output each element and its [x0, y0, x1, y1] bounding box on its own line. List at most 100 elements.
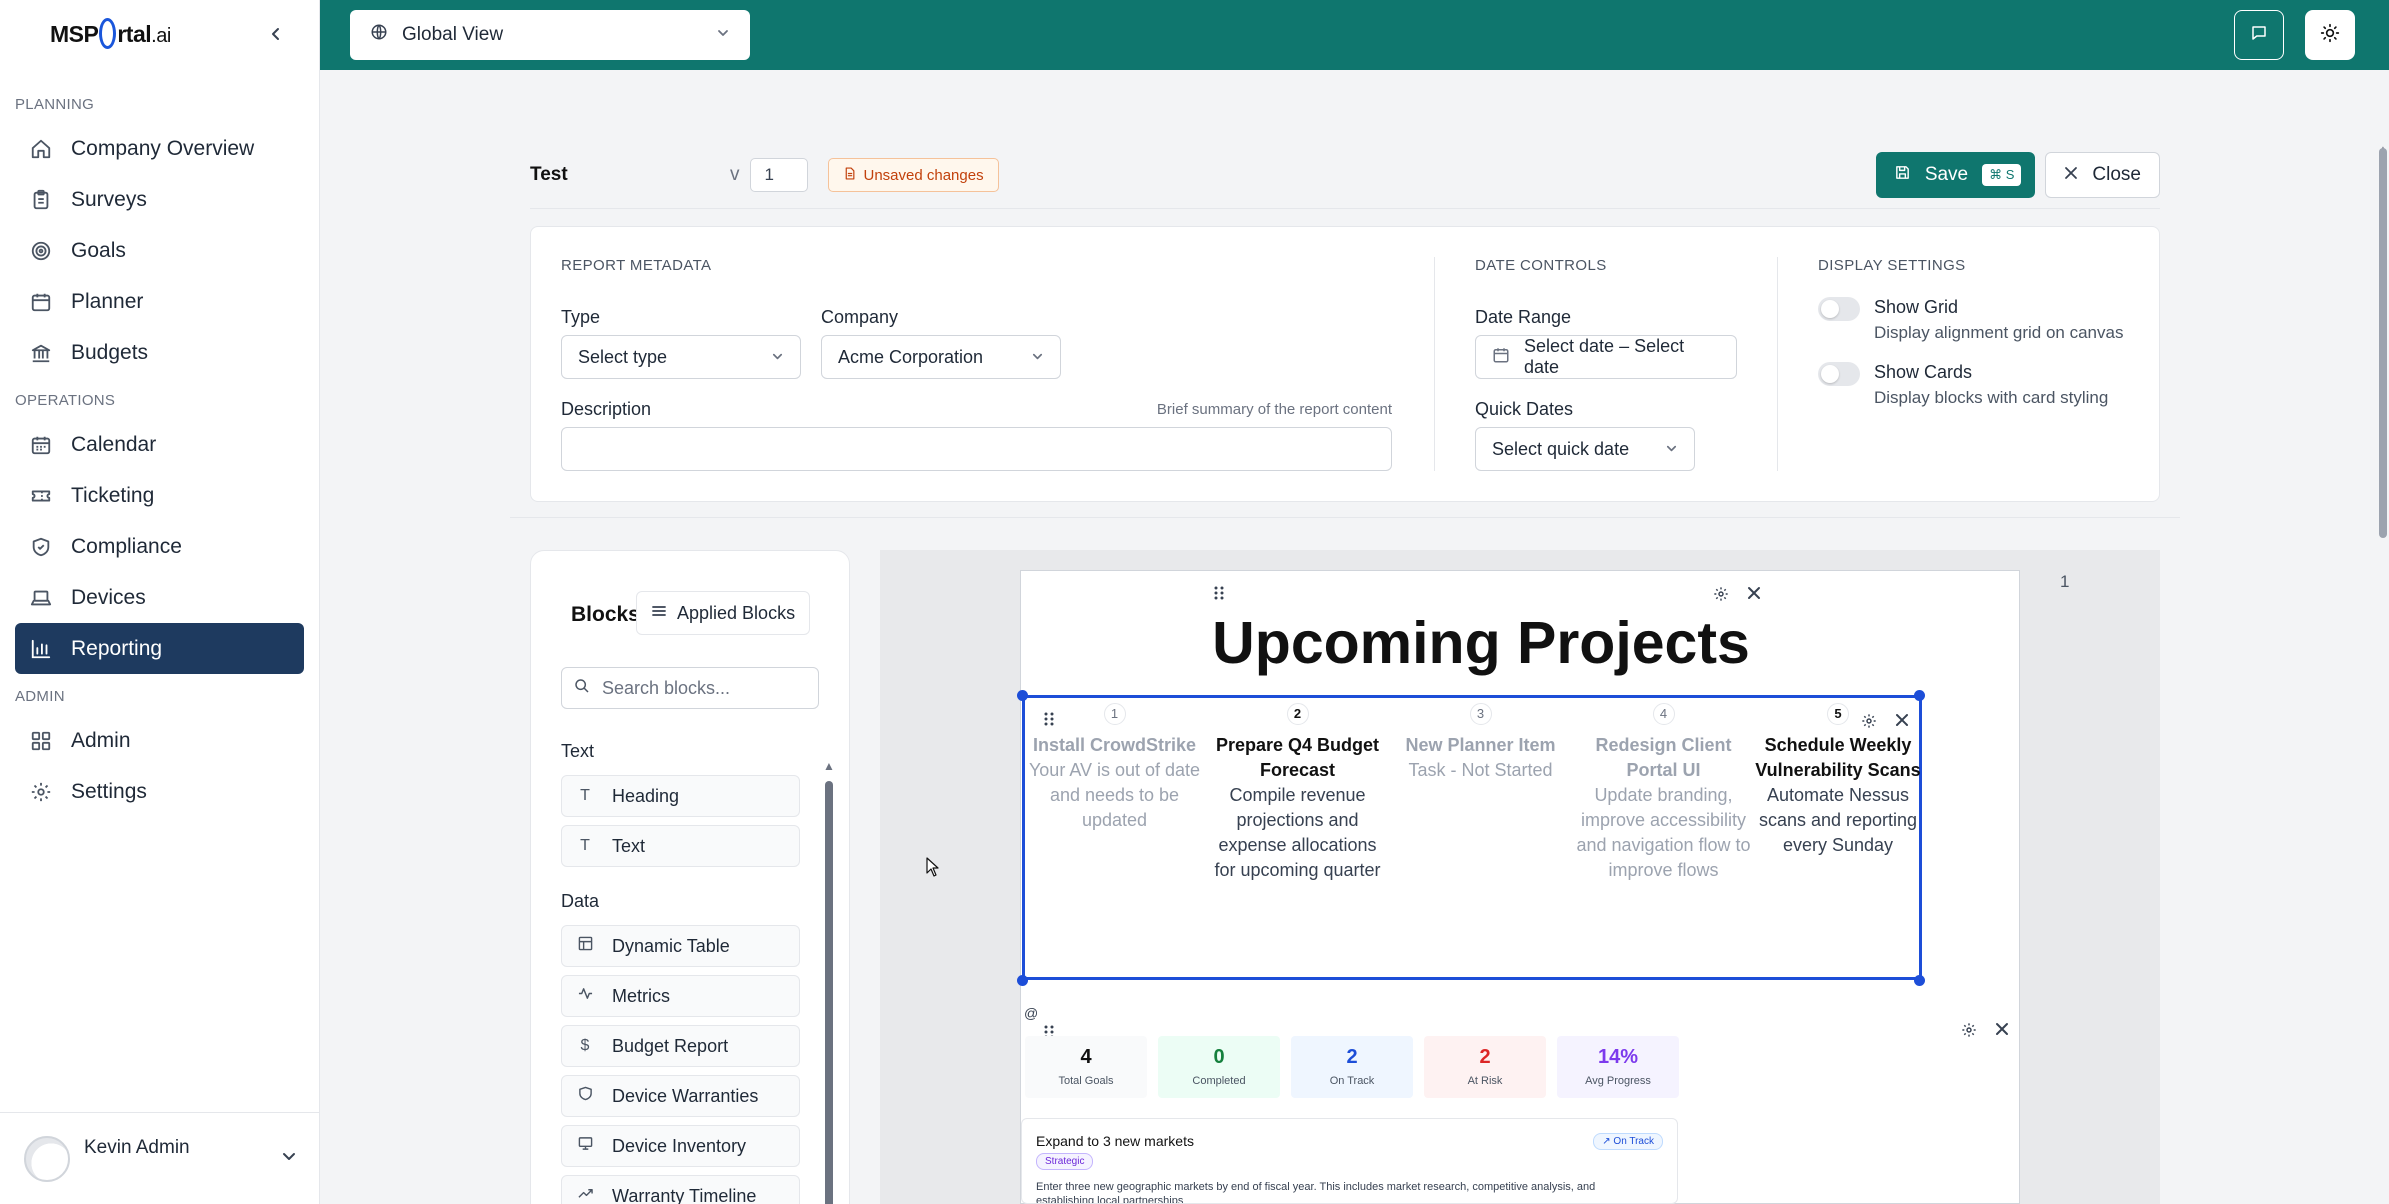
block-item-metrics[interactable]: Metrics: [561, 975, 800, 1017]
close-icon[interactable]: [1995, 1022, 2009, 1041]
metric-value: 14%: [1597, 1046, 1639, 1068]
close-icon: [2064, 164, 2078, 186]
show-cards-toggle[interactable]: [1818, 362, 1860, 386]
sidebar-item-budgets[interactable]: Budgets: [15, 327, 304, 378]
list-icon: [651, 603, 667, 624]
show-grid-toggle[interactable]: [1818, 297, 1860, 321]
section-divider: [1434, 257, 1435, 471]
theme-toggle-button[interactable]: [2305, 10, 2355, 60]
goal-description-cont: establishing local partnerships: [1036, 1195, 1184, 1204]
block-item-text[interactable]: T Text: [561, 825, 800, 867]
blocks-title: Blocks: [571, 603, 640, 626]
version-input[interactable]: 1: [749, 158, 808, 192]
sidebar-item-compliance[interactable]: Compliance: [15, 521, 304, 572]
metric-value: 4: [1080, 1046, 1092, 1068]
sidebar-item-planner[interactable]: Planner: [15, 276, 304, 327]
report-header: Test v 1 Unsaved changes Save ⌘ S Close: [530, 145, 2160, 205]
logo-suffix: .ai: [151, 25, 171, 48]
project-item[interactable]: 4 Redesign Client Portal UI Update brand…: [1572, 703, 1755, 883]
logo[interactable]: MSP rtal.ai: [50, 17, 171, 49]
type-select[interactable]: Select type: [561, 335, 801, 379]
report-title[interactable]: Test: [530, 164, 730, 186]
block-item-device-warranties[interactable]: Device Warranties: [561, 1075, 800, 1117]
gear-icon: [29, 780, 53, 804]
view-selector[interactable]: Global View: [350, 10, 750, 60]
resize-handle[interactable]: [1914, 690, 1925, 701]
project-title: New Planner Item: [1405, 735, 1556, 755]
chat-button[interactable]: [2234, 10, 2284, 60]
sidebar-item-reporting[interactable]: Reporting: [15, 623, 304, 674]
sidebar-item-label: Reporting: [71, 636, 163, 660]
sidebar-item-goals[interactable]: Goals: [15, 225, 304, 276]
resize-handle[interactable]: [1017, 690, 1028, 701]
project-description: Your AV is out of date and needs to be u…: [1028, 760, 1201, 830]
laptop-icon: [29, 586, 53, 610]
monitor-icon: [576, 1136, 594, 1156]
goal-card[interactable]: Expand to 3 new markets Strategic ↗ On T…: [1021, 1118, 1678, 1204]
description-input[interactable]: [561, 427, 1392, 471]
calendar-icon: [29, 433, 53, 457]
chevron-down-icon[interactable]: [282, 1149, 296, 1168]
project-item[interactable]: 5 Schedule Weekly Vulnerability Scans Au…: [1755, 703, 1921, 858]
date-range-label: Date Range: [1475, 307, 1572, 327]
sun-icon: [2320, 23, 2340, 48]
project-item[interactable]: 2 Prepare Q4 Budget Forecast Compile rev…: [1206, 703, 1389, 883]
save-label: Save: [1924, 164, 1969, 185]
sidebar-item-label: Compliance: [71, 534, 182, 558]
calendar-icon: [1492, 346, 1510, 369]
project-description: Compile revenue projections and expense …: [1214, 785, 1381, 880]
block-item-warranty-timeline[interactable]: Warranty Timeline: [561, 1175, 800, 1204]
save-button[interactable]: Save ⌘ S: [1875, 152, 2036, 198]
sidebar-item-label: Settings: [71, 779, 147, 803]
avatar: [24, 1135, 70, 1182]
quick-dates-select[interactable]: Select quick date: [1475, 427, 1695, 471]
sidebar-item-settings[interactable]: Settings: [15, 766, 304, 817]
metric-label: Total Goals: [1058, 1075, 1114, 1087]
company-select[interactable]: Acme Corporation: [821, 335, 1061, 379]
gear-icon[interactable]: [1713, 586, 1729, 607]
applied-blocks-label: Applied Blocks: [677, 602, 796, 623]
sidebar-item-surveys[interactable]: Surveys: [15, 174, 304, 225]
block-item-budget-report[interactable]: $ Budget Report: [561, 1025, 800, 1067]
panel-scrollbar[interactable]: [825, 781, 833, 1204]
resize-handle[interactable]: [1017, 975, 1028, 986]
heading-block[interactable]: Upcoming Projects: [1021, 609, 1941, 677]
project-item[interactable]: 1 Install CrowdStrike Your AV is out of …: [1023, 703, 1206, 833]
sidebar-item-company-overview[interactable]: Company Overview: [15, 123, 304, 174]
metric-completed: 0 Completed: [1158, 1036, 1280, 1098]
home-icon: [29, 137, 53, 161]
date-controls-title: DATE CONTROLS: [1475, 257, 1607, 274]
date-range-picker[interactable]: Select date – Select date: [1475, 335, 1737, 379]
panel-scroll-up-arrow[interactable]: ▲: [823, 759, 835, 773]
chevron-down-icon: [1665, 439, 1678, 460]
project-number: 1: [1103, 703, 1126, 725]
project-item[interactable]: 3 New Planner Item Task - Not Started: [1389, 703, 1572, 783]
block-item-device-inventory[interactable]: Device Inventory: [561, 1125, 800, 1167]
block-item-dynamic-table[interactable]: Dynamic Table: [561, 925, 800, 967]
close-button[interactable]: Close: [2045, 152, 2160, 198]
close-icon[interactable]: [1747, 586, 1761, 605]
nav-section-admin: ADMIN: [15, 688, 65, 705]
user-menu[interactable]: Kevin Admin: [0, 1112, 320, 1204]
collapse-sidebar-icon[interactable]: [269, 24, 283, 47]
show-cards-description: Display blocks with card styling: [1874, 388, 2109, 407]
table-icon: [576, 936, 594, 956]
block-item-heading[interactable]: T Heading: [561, 775, 800, 817]
save-icon: [1894, 164, 1911, 187]
sidebar-item-calendar[interactable]: Calendar: [15, 419, 304, 470]
search-blocks-input[interactable]: Search blocks...: [561, 667, 819, 709]
sidebar-item-admin[interactable]: Admin: [15, 715, 304, 766]
applied-blocks-button[interactable]: Applied Blocks: [636, 591, 811, 635]
ticket-icon: [29, 484, 53, 508]
metric-value: 2: [1479, 1046, 1491, 1068]
drag-handle-icon[interactable]: [1213, 585, 1225, 606]
resize-handle[interactable]: [1914, 975, 1925, 986]
gear-icon[interactable]: [1961, 1022, 1977, 1043]
type-icon: T: [580, 837, 590, 854]
sidebar-item-devices[interactable]: Devices: [15, 572, 304, 623]
company-select-value: Acme Corporation: [838, 346, 984, 367]
trending-up-icon: [576, 1186, 594, 1204]
page-scrollbar[interactable]: [2379, 148, 2387, 538]
sidebar-item-ticketing[interactable]: Ticketing: [15, 470, 304, 521]
block-item-label: Warranty Timeline: [612, 1185, 757, 1204]
